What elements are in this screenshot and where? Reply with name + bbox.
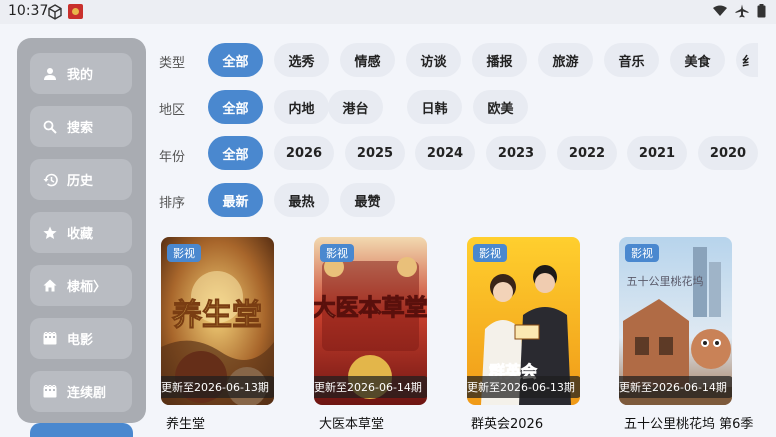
chip-region-hktw[interactable]: 港台 — [328, 90, 383, 124]
sidebar-item-movies[interactable]: 电影 — [30, 318, 132, 359]
chip-year-2020[interactable]: 2020 — [698, 136, 758, 170]
chip-sort-hottest[interactable]: 最热 — [274, 183, 329, 217]
cube-icon — [48, 4, 62, 20]
chip-type-emotion[interactable]: 情感 — [340, 43, 395, 77]
sidebar-item-favorites[interactable]: 收藏 — [30, 212, 132, 253]
sidebar-item-mine[interactable]: 我的 — [30, 53, 132, 94]
sidebar-item-label: 连续剧 — [67, 386, 107, 401]
sidebar-item-search[interactable]: 搜索 — [30, 106, 132, 147]
video-card[interactable]: 群英会 影视 更新至2026-06-13期 — [467, 237, 580, 405]
card-title: 养生堂 — [166, 417, 206, 432]
chip-type-interview[interactable]: 访谈 — [406, 43, 461, 77]
home-icon — [42, 278, 58, 294]
star-icon — [42, 225, 58, 241]
card-update-label: 更新至2026-06-13期 — [161, 376, 274, 398]
svg-text:大医本草堂: 大医本草堂 — [314, 294, 427, 321]
card-tag: 影视 — [320, 244, 354, 262]
chip-sort-top-rated[interactable]: 最赞 — [340, 183, 395, 217]
chip-type-all[interactable]: 全部 — [208, 43, 263, 77]
tv-icon — [42, 384, 58, 400]
video-card[interactable]: 五十公里桃花坞 影视 更新至2026-06-14期 — [619, 237, 732, 405]
search-icon — [42, 119, 58, 135]
video-card[interactable]: 养生堂 影视 更新至2026-06-13期 — [161, 237, 274, 405]
card-update-label: 更新至2026-06-13期 — [467, 376, 580, 398]
chip-year-2024[interactable]: 2024 — [415, 136, 475, 170]
chip-region-jpkr[interactable]: 日韩 — [407, 90, 462, 124]
sidebar-item-history[interactable]: 历史 — [30, 159, 132, 200]
chip-type-travel[interactable]: 旅游 — [538, 43, 593, 77]
chip-type-broadcast[interactable]: 播报 — [472, 43, 527, 77]
battery-icon — [757, 4, 766, 18]
sidebar-item-series[interactable]: 连续剧 — [30, 371, 132, 412]
card-title: 五十公里桃花坞 第6季 — [624, 417, 754, 432]
chip-region-euus[interactable]: 欧美 — [473, 90, 528, 124]
chip-type-more[interactable]: 纟 — [736, 43, 758, 77]
sidebar-item-home[interactable]: 棣栭〉 — [30, 265, 132, 306]
svg-text:五十公里桃花坞: 五十公里桃花坞 — [627, 274, 704, 288]
chip-type-food[interactable]: 美食 — [670, 43, 725, 77]
chip-region-all[interactable]: 全部 — [208, 90, 263, 124]
svg-text:养生堂: 养生堂 — [172, 298, 262, 333]
card-tag: 影视 — [167, 244, 201, 262]
chip-year-2026[interactable]: 2026 — [274, 136, 334, 170]
card-title: 群英会2026 — [471, 417, 544, 432]
filter-panel: 全部 选秀 情感 访谈 播报 旅游 音乐 美食 纟 全部 内地 港台 日韩 欧美… — [150, 30, 758, 230]
chip-year-2023[interactable]: 2023 — [486, 136, 546, 170]
chip-year-2025[interactable]: 2025 — [345, 136, 405, 170]
chip-year-all[interactable]: 全部 — [208, 136, 263, 170]
person-icon — [42, 66, 58, 82]
sidebar-item-label: 我的 — [67, 68, 94, 83]
sidebar-item-label: 搜索 — [67, 121, 94, 136]
movie-icon — [42, 331, 58, 347]
wifi-icon — [713, 5, 727, 16]
sidebar-item-label: 电影 — [67, 333, 94, 348]
card-update-label: 更新至2026-06-14期 — [314, 376, 427, 398]
sidebar-item-label: 棣栭〉 — [67, 280, 107, 295]
chip-year-2021[interactable]: 2021 — [627, 136, 687, 170]
airplane-icon — [735, 4, 749, 18]
status-time: 10:37 — [8, 3, 49, 19]
video-card[interactable]: 大医本草堂 影视 更新至2026-06-14期 — [314, 237, 427, 405]
app-notification-icon — [68, 4, 83, 19]
card-title: 大医本草堂 — [319, 417, 385, 432]
sidebar-item-label: 历史 — [67, 174, 94, 189]
chip-type-talent[interactable]: 选秀 — [274, 43, 329, 77]
sidebar-nav: 我的 搜索 历史 收藏 棣栭〉 电影 连续剧 — [17, 38, 146, 423]
chip-year-2022[interactable]: 2022 — [557, 136, 617, 170]
card-tag: 影视 — [473, 244, 507, 262]
card-tag: 影视 — [625, 244, 659, 262]
chip-sort-newest[interactable]: 最新 — [208, 183, 263, 217]
sidebar-item-partial[interactable] — [30, 423, 133, 437]
status-bar: 10:37 — [0, 0, 776, 24]
chip-region-mainland[interactable]: 内地 — [274, 90, 329, 124]
history-icon — [42, 172, 58, 188]
chip-type-music[interactable]: 音乐 — [604, 43, 659, 77]
card-update-label: 更新至2026-06-14期 — [619, 376, 732, 398]
sidebar-item-label: 收藏 — [67, 227, 94, 242]
